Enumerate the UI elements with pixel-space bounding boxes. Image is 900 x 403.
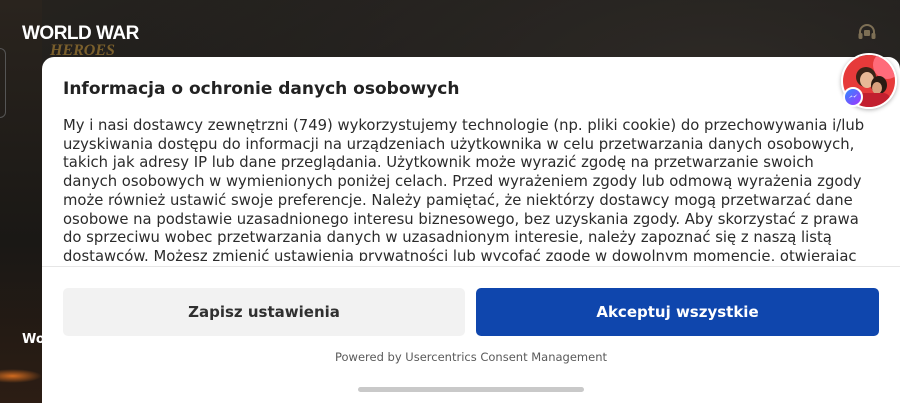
consent-title: Informacja o ochronie danych osobowych xyxy=(63,79,460,99)
logo-line-2: HEROES xyxy=(50,42,115,59)
support-button[interactable] xyxy=(853,22,881,44)
home-indicator[interactable] xyxy=(358,387,584,392)
messenger-icon xyxy=(843,87,863,107)
consent-dialog: Informacja o ochronie danych osobowych M… xyxy=(42,57,900,403)
save-settings-button[interactable]: Zapisz ustawienia xyxy=(63,288,465,336)
divider xyxy=(42,266,900,267)
powered-by-text: Powered by Usercentrics Consent Manageme… xyxy=(335,350,607,364)
logo-line-1: WORLD WAR xyxy=(22,23,139,44)
accept-all-button[interactable]: Akceptuj wszystkie xyxy=(476,288,879,336)
fire-glow xyxy=(0,369,42,383)
consent-body-text: My i nasi dostawcy zewnętrzni (749) wyko… xyxy=(63,117,865,261)
left-sidebar: Wo xyxy=(0,0,45,403)
site-logo[interactable]: WORLD WAR HEROES xyxy=(22,23,162,59)
sidebar-handle[interactable] xyxy=(0,48,6,118)
headset-icon xyxy=(858,24,876,39)
messenger-bolt xyxy=(848,94,858,99)
